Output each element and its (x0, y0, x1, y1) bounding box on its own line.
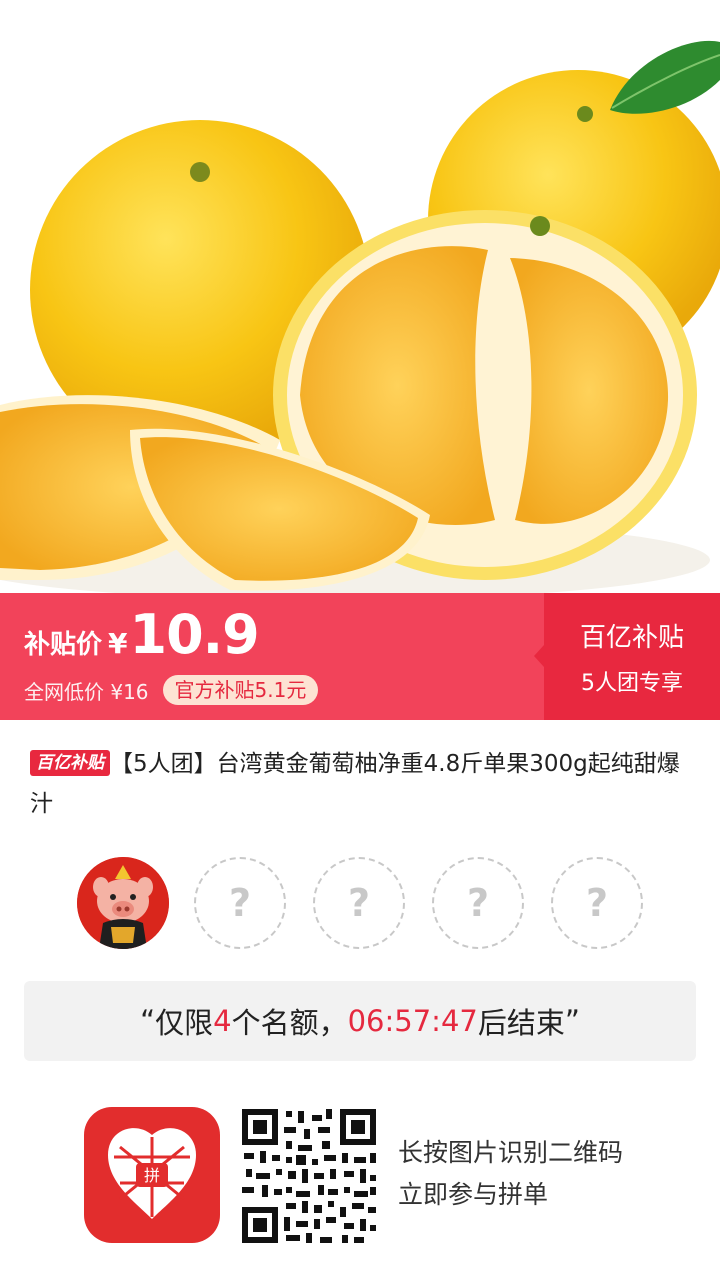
group-members: ? ? ? ? (77, 857, 677, 953)
countdown-box: “ 仅限 4 个名额， 06:57:47 后结束 ” (24, 981, 696, 1061)
side-title: 百亿补贴 (579, 623, 684, 653)
price-section: 补贴价 ¥ 10.9 全网低价 ¥16 官方补贴5.1元 (24, 593, 544, 720)
qr-code-icon[interactable] (240, 1107, 378, 1245)
price-banner: 补贴价 ¥ 10.9 全网低价 ¥16 官方补贴5.1元 百亿补贴 5人团专享 (0, 593, 720, 720)
empty-slot: ? (551, 857, 643, 949)
pinduoduo-logo-icon: 拼 (84, 1107, 220, 1243)
subsidy-tag: 百亿补贴 (30, 750, 110, 776)
subsidy-side-panel: 百亿补贴 5人团专享 (534, 593, 720, 720)
qr-instruction-line1: 长按图片识别二维码 (398, 1138, 624, 1167)
product-image (0, 0, 720, 593)
countdown-middle: 个名额， (231, 1006, 348, 1040)
remaining-slots: 4 (213, 1004, 232, 1038)
pig-avatar-icon[interactable] (77, 857, 169, 949)
question-mark-icon: ? (466, 881, 490, 925)
grapefruit-illustration (0, 40, 720, 593)
countdown-prefix: 仅限 (155, 1006, 214, 1040)
side-subtitle: 5人团专享 (581, 671, 683, 696)
countdown-suffix: 后结束 (477, 1006, 565, 1040)
currency-symbol: ¥ (108, 627, 128, 660)
countdown-timer: 06:57:47 (347, 1004, 478, 1038)
original-price: 全网低价 ¥16 (24, 679, 149, 704)
price-label: 补贴价 (24, 630, 103, 660)
price-subinfo: 全网低价 ¥16 官方补贴5.1元 (24, 675, 319, 705)
question-mark-icon: ? (228, 881, 252, 925)
empty-slot: ? (313, 857, 405, 949)
product-title: 百亿补贴 【5人团】台湾黄金葡萄柚净重4.8斤单果300g起纯甜爆汁 (30, 744, 690, 824)
product-title-text: 【5人团】台湾黄金葡萄柚净重4.8斤单果300g起纯甜爆汁 (30, 751, 680, 817)
empty-slot: ? (432, 857, 524, 949)
qr-instruction-line2: 立即参与拼单 (398, 1180, 549, 1209)
empty-slot: ? (194, 857, 286, 949)
question-mark-icon: ? (347, 881, 371, 925)
question-mark-icon: ? (585, 881, 609, 925)
price-value: 10.9 (129, 603, 260, 666)
close-quote: ” (564, 1004, 580, 1038)
open-quote: “ (140, 1004, 156, 1038)
subsidy-price: 补贴价 ¥ 10.9 (24, 603, 260, 666)
qr-instructions: 长按图片识别二维码 立即参与拼单 (398, 1132, 623, 1216)
subsidy-badge: 官方补贴5.1元 (162, 675, 319, 705)
svg-text:拼: 拼 (144, 1166, 160, 1185)
